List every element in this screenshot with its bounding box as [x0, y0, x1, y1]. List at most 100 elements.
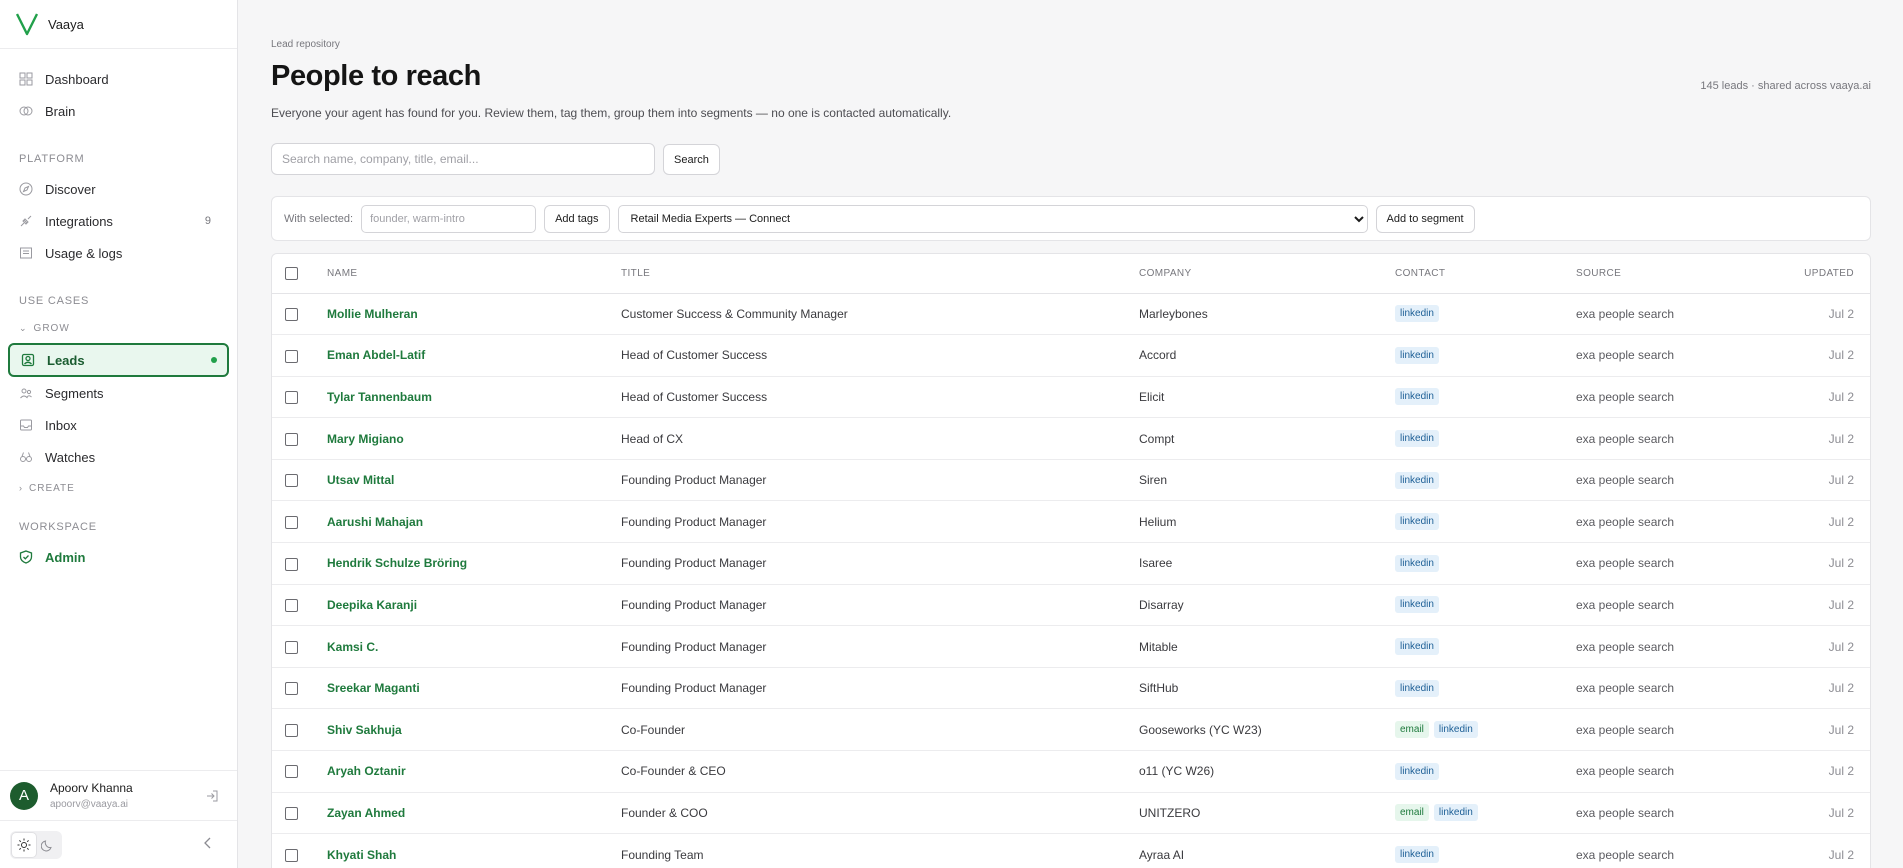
inbox-icon: [19, 418, 33, 432]
table-row[interactable]: Aarushi Mahajan Founding Product Manager H…: [272, 500, 1870, 544]
lead-source: exa people search: [1576, 805, 1675, 820]
column-header-title[interactable]: TITLE: [621, 254, 1139, 294]
row-checkbox[interactable]: [285, 807, 298, 821]
select-all-checkbox[interactable]: [285, 266, 298, 280]
sidebar-item-usage-logs[interactable]: Usage & logs: [8, 237, 229, 269]
moon-icon[interactable]: [36, 833, 60, 857]
table-row[interactable]: Aryah Oztanir Co-Founder & CEO o11 (YC W26…: [272, 750, 1870, 793]
column-header-updated[interactable]: UPDATED: [1776, 254, 1870, 294]
row-checkbox[interactable]: [285, 515, 298, 529]
lead-name-link[interactable]: Aarushi Mahajan: [327, 515, 423, 529]
sidebar-item-segments[interactable]: Segments: [8, 377, 229, 409]
column-header-contact[interactable]: CONTACT: [1395, 254, 1576, 294]
sidebar-item-dashboard[interactable]: Dashboard: [8, 63, 229, 95]
row-checkbox[interactable]: [285, 557, 298, 571]
lead-name-link[interactable]: Khyati Shah: [327, 848, 396, 862]
row-checkbox[interactable]: [285, 474, 298, 488]
row-checkbox[interactable]: [285, 682, 298, 696]
row-checkbox[interactable]: [285, 599, 298, 613]
contact-chip-linkedin[interactable]: linkedin: [1395, 305, 1439, 323]
sidebar-item-integrations[interactable]: Integrations 9: [8, 205, 229, 237]
logout-icon[interactable]: [205, 789, 219, 806]
column-header-source[interactable]: SOURCE: [1576, 254, 1776, 294]
lead-name-link[interactable]: Deepika Karanji: [327, 598, 417, 612]
sidebar-item-admin[interactable]: Admin: [8, 541, 229, 573]
contact-chip-linkedin[interactable]: linkedin: [1395, 388, 1439, 406]
contact-chip-email[interactable]: email: [1395, 721, 1429, 739]
tags-input[interactable]: [361, 204, 537, 233]
lead-name-link[interactable]: Utsav Mittal: [327, 473, 394, 487]
section-label-workspace: WORKSPACE: [19, 521, 97, 533]
vaaya-logo-icon: [16, 13, 38, 36]
lead-name-link[interactable]: Zayan Ahmed: [327, 806, 405, 820]
search-input[interactable]: [271, 143, 655, 175]
lead-company: Compt: [1139, 431, 1175, 446]
lead-company: Disarray: [1139, 597, 1184, 612]
sidebar-item-watches[interactable]: Watches: [8, 441, 229, 473]
table-row[interactable]: Khyati Shah Founding Team Ayraa AI linkedin…: [272, 833, 1870, 868]
sun-icon[interactable]: [12, 832, 36, 857]
row-checkbox[interactable]: [285, 723, 298, 737]
contact-chip-linkedin[interactable]: linkedin: [1433, 804, 1478, 822]
contact-chip-linkedin[interactable]: linkedin: [1395, 638, 1439, 656]
table-row[interactable]: Eman Abdel-Latif Head of Customer Success…: [272, 334, 1870, 377]
add-tags-button[interactable]: Add tags: [544, 204, 610, 233]
user-profile[interactable]: A Apoorv Khanna apoorv@vaaya.ai: [0, 770, 237, 820]
contact-chip-email[interactable]: email: [1395, 804, 1429, 822]
table-row[interactable]: Zayan Ahmed Founder & COO UNITZERO email lin…: [272, 792, 1870, 835]
table-row[interactable]: Mollie Mulheran Customer Success & Commun…: [272, 293, 1870, 336]
contact-chip-linkedin[interactable]: linkedin: [1395, 596, 1439, 614]
sidebar-item-discover[interactable]: Discover: [8, 173, 229, 205]
row-checkbox[interactable]: [285, 307, 298, 321]
lead-company: Siren: [1139, 473, 1168, 488]
row-checkbox[interactable]: [285, 432, 298, 446]
table-row[interactable]: Deepika Karanji Founding Product Manager D…: [272, 584, 1870, 627]
lead-name-link[interactable]: Eman Abdel-Latif: [327, 348, 425, 362]
table-row[interactable]: Sreekar Maganti Founding Product Manager S…: [272, 667, 1870, 710]
table-row[interactable]: Kamsi C. Founding Product Manager Mitable l…: [272, 625, 1870, 668]
lead-name-link[interactable]: Mollie Mulheran: [327, 307, 418, 321]
lead-company: Isaree: [1139, 556, 1173, 571]
table-row[interactable]: Mary Migiano Head of CX Compt linkedin exa p…: [272, 417, 1870, 460]
lead-name-link[interactable]: Hendrik Schulze Bröring: [327, 556, 467, 570]
sidebar-item-leads[interactable]: Leads: [8, 343, 229, 377]
row-checkbox[interactable]: [285, 848, 298, 862]
contact-chip-linkedin[interactable]: linkedin: [1395, 846, 1439, 864]
brand[interactable]: Vaaya: [0, 0, 237, 49]
table-row[interactable]: Hendrik Schulze Bröring Founding Product …: [272, 542, 1870, 585]
column-header-company[interactable]: COMPANY: [1139, 254, 1395, 294]
group-toggle-grow[interactable]: ⌄ GROW: [0, 317, 237, 339]
lead-name-link[interactable]: Aryah Oztanir: [327, 764, 406, 778]
lead-updated: Jul 2: [1828, 764, 1854, 779]
contact-chip-linkedin[interactable]: linkedin: [1395, 430, 1439, 448]
lead-name-link[interactable]: Shiv Sakhuja: [327, 723, 402, 737]
table-row[interactable]: Utsav Mittal Founding Product Manager Sire…: [272, 459, 1870, 502]
lead-name-link[interactable]: Tylar Tannenbaum: [327, 390, 432, 404]
row-checkbox[interactable]: [285, 640, 298, 654]
collapse-sidebar-icon[interactable]: [201, 836, 215, 853]
sidebar-item-inbox[interactable]: Inbox: [8, 409, 229, 441]
nav-grow: Leads Segments Inbox Watches: [0, 343, 237, 473]
contact-chip-linkedin[interactable]: linkedin: [1395, 513, 1439, 531]
row-checkbox[interactable]: [285, 765, 298, 779]
contact-chip-linkedin[interactable]: linkedin: [1395, 762, 1439, 780]
lead-name-link[interactable]: Sreekar Maganti: [327, 681, 420, 695]
row-checkbox[interactable]: [285, 349, 298, 363]
search-button[interactable]: Search: [663, 144, 720, 175]
lead-name-link[interactable]: Mary Migiano: [327, 432, 404, 446]
contact-chip-linkedin[interactable]: linkedin: [1395, 554, 1439, 572]
add-to-segment-button[interactable]: Add to segment: [1375, 204, 1475, 233]
table-row[interactable]: Shiv Sakhuja Co-Founder Gooseworks (YC W23…: [272, 708, 1870, 752]
sidebar-item-brain[interactable]: Brain: [8, 95, 229, 127]
theme-toggle[interactable]: [10, 830, 62, 859]
column-header-name[interactable]: NAME: [327, 254, 621, 294]
row-checkbox[interactable]: [285, 391, 298, 405]
group-toggle-create[interactable]: › CREATE: [0, 477, 237, 499]
contact-chip-linkedin[interactable]: linkedin: [1433, 721, 1478, 739]
segment-select[interactable]: Retail Media Experts — Connect: [617, 204, 1368, 233]
lead-name-link[interactable]: Kamsi C.: [327, 640, 378, 654]
table-row[interactable]: Tylar Tannenbaum Head of Customer Success…: [272, 376, 1870, 419]
contact-chip-linkedin[interactable]: linkedin: [1395, 346, 1439, 364]
contact-chip-linkedin[interactable]: linkedin: [1395, 679, 1439, 697]
contact-chip-linkedin[interactable]: linkedin: [1395, 471, 1439, 489]
